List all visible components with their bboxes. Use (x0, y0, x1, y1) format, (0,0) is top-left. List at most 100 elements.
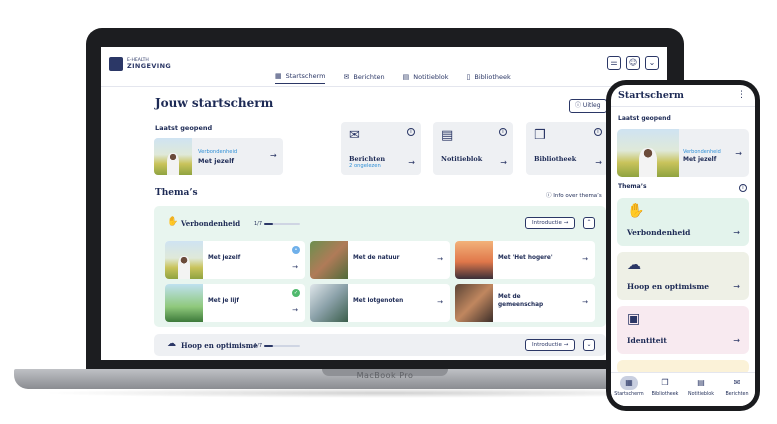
arrow-right-icon: → (733, 228, 740, 237)
nav-notitieblok[interactable]: ▤ Notitieblok (403, 72, 449, 84)
tile-bibliotheek[interactable]: ❒ i Bibliotheek → (526, 122, 608, 175)
lesson-photo (455, 241, 493, 279)
lesson-card[interactable]: Met 'Het hogere' → (455, 241, 595, 279)
theme-progress-label: 1/7 (254, 343, 263, 349)
lesson-card[interactable]: Met de gemeenschap → (455, 284, 595, 322)
phone-page-title: Startscherm (618, 90, 684, 101)
book-icon: ▯ (466, 72, 471, 81)
tile-berichten[interactable]: ✉ i Berichten 2 ongelezen → (341, 122, 421, 175)
theme-progress-bar (264, 223, 300, 225)
themes-info-link[interactable]: ⓘ Info over thema’s (546, 191, 602, 199)
tab-berichten[interactable]: ✉ Berichten (720, 376, 754, 406)
hands-icon: ✋ (167, 217, 179, 227)
page-title: Jouw startscherm (155, 96, 274, 110)
phone-last-opened-label: Laatst geopend (618, 115, 671, 122)
phone-tab-bar: ▦ Startscherm ❒ Bibliotheek ▤ Notitieblo… (611, 372, 755, 406)
phone-recent-card[interactable]: Verbondenheid Met jezelf → (617, 129, 749, 177)
cloud-smile-icon: ☁ (167, 339, 176, 349)
more-vertical-icon[interactable]: ⋮ (737, 90, 746, 100)
main-nav: ▦ Startscherm ✉ Berichten ▤ Notitieblok … (275, 72, 511, 84)
notebook-icon: ▤ (697, 378, 705, 387)
lesson-photo (310, 284, 348, 322)
logo-mark-icon (109, 57, 123, 71)
last-opened-label: Laatst geopend (155, 124, 213, 132)
recent-card[interactable]: Verbondenheid Met jezelf → (154, 138, 283, 175)
info-icon[interactable]: i (407, 128, 415, 136)
arrow-right-icon: → (437, 298, 443, 306)
lesson-card[interactable]: Met jezelf • → (165, 241, 305, 279)
info-icon[interactable]: i (499, 128, 507, 136)
tab-startscherm[interactable]: ▦ Startscherm (612, 376, 646, 406)
arrow-right-icon: → (500, 158, 507, 167)
phone-theme-identiteit[interactable]: ▣ Identiteit → (617, 306, 749, 354)
hands-icon: ✋ (627, 203, 645, 219)
nav-startscherm[interactable]: ▦ Startscherm (275, 72, 326, 84)
lesson-photo (455, 284, 493, 322)
app-logo[interactable]: E-HEALTH ZINGEVING (109, 57, 171, 71)
lesson-photo (310, 241, 348, 279)
info-icon[interactable]: i (594, 128, 602, 136)
lesson-card[interactable]: Met de natuur → (310, 241, 450, 279)
book-icon: ❒ (534, 128, 546, 143)
theme-name: Verbondenheid (181, 219, 241, 228)
phone-screen: Startscherm ⋮ Laatst geopend Verbondenhe… (611, 85, 755, 406)
check-icon: ✓ (292, 289, 300, 297)
arrow-right-icon: → (582, 255, 588, 263)
uitleg-button[interactable]: ⓘ Uitleg (569, 99, 607, 113)
info-icon[interactable]: i (739, 184, 747, 192)
arrow-right-icon: → (270, 151, 277, 160)
laptop-brand-label: MacBook Pro (356, 371, 414, 380)
recent-category: Verbondenheid (198, 149, 238, 155)
id-badge-icon: ▣ (627, 311, 641, 327)
tile-notitieblok[interactable]: ▤ i Notitieblok → (433, 122, 513, 175)
recent-name: Met jezelf (198, 157, 235, 165)
top-bar: E-HEALTH ZINGEVING ⚌ ☺ ⌄ ▦ Startscherm ✉… (101, 47, 667, 87)
intro-button[interactable]: Introductie → (525, 217, 576, 229)
chevron-down-icon[interactable]: ⌄ (645, 56, 659, 70)
nav-bibliotheek[interactable]: ▯ Bibliotheek (467, 72, 511, 84)
intro-button[interactable]: Introductie → (525, 339, 576, 351)
in-progress-icon: • (292, 246, 300, 254)
notebook-icon: ▤ (402, 72, 410, 81)
recent-photo (154, 138, 192, 175)
chevron-up-icon[interactable]: ⌃ (583, 217, 595, 229)
logo-big-text: ZINGEVING (127, 62, 172, 70)
phone-themes-label: Thema’s (618, 183, 647, 190)
laptop-screen: E-HEALTH ZINGEVING ⚌ ☺ ⌄ ▦ Startscherm ✉… (101, 47, 667, 360)
sliders-icon[interactable]: ⚌ (607, 56, 621, 70)
arrow-right-icon: → (595, 158, 602, 167)
arrow-right-icon: → (735, 149, 742, 158)
mail-icon: ✉ (733, 378, 741, 387)
phone-theme-verbondenheid[interactable]: ✋ Verbondenheid → (617, 198, 749, 246)
theme-name: Hoop en optimisme (181, 341, 258, 350)
arrow-right-icon: → (437, 255, 443, 263)
arrow-right-icon: → (408, 158, 415, 167)
lesson-card[interactable]: Met je lijf ✓ → (165, 284, 305, 322)
phone-theme-hoop[interactable]: ☁ Hoop en optimisme → (617, 252, 749, 300)
mail-icon: ✉ (343, 72, 350, 81)
recent-photo (617, 129, 679, 177)
arrow-right-icon: → (582, 298, 588, 306)
map-icon: ▦ (275, 72, 282, 80)
tab-bibliotheek[interactable]: ❒ Bibliotheek (648, 376, 682, 406)
tab-notitieblok[interactable]: ▤ Notitieblok (684, 376, 718, 406)
theme-progress-bar (264, 345, 300, 347)
user-icon[interactable]: ☺ (626, 56, 640, 70)
nav-berichten[interactable]: ✉ Berichten (343, 72, 384, 84)
mail-icon: ✉ (349, 128, 360, 143)
arrow-right-icon: → (733, 336, 740, 345)
cloud-smile-icon: ☁ (627, 257, 641, 273)
notebook-icon: ▤ (441, 128, 454, 143)
lesson-photo (165, 284, 203, 322)
themes-title: Thema’s (155, 188, 198, 198)
book-icon: ❒ (661, 378, 669, 387)
top-actions: ⚌ ☺ ⌄ (607, 56, 659, 70)
lesson-photo (165, 241, 203, 279)
arrow-right-icon: → (292, 306, 298, 314)
map-icon: ▦ (620, 376, 638, 390)
chevron-down-icon[interactable]: ⌄ (583, 339, 595, 351)
theme-progress-label: 1/7 (254, 221, 263, 227)
arrow-right-icon: → (733, 282, 740, 291)
lesson-card[interactable]: Met lotgenoten → (310, 284, 450, 322)
arrow-right-icon: → (292, 263, 298, 271)
